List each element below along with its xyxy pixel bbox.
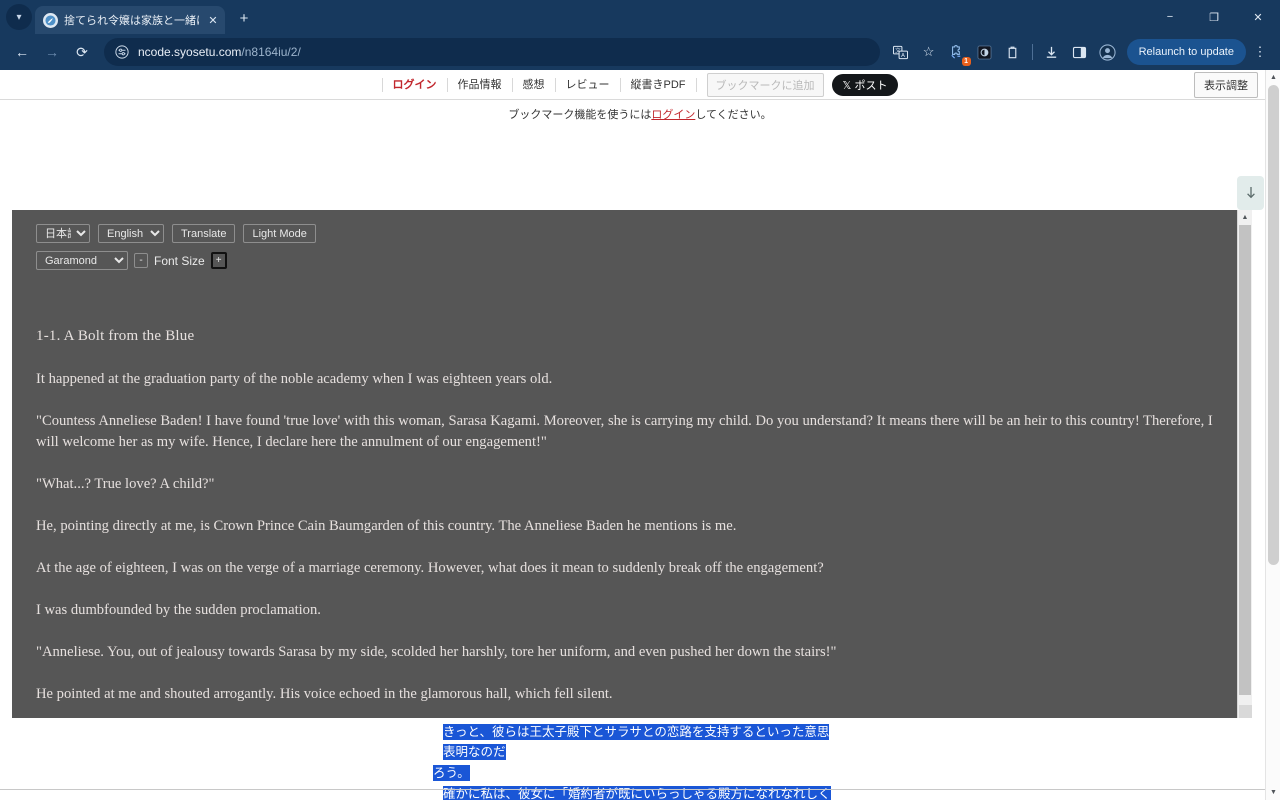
dark-reader-icon[interactable]	[972, 39, 998, 65]
page-viewport: ログイン 作品情報 感想 レビュー 縦書きPDF ブックマークに追加 𝕏 ポスト…	[0, 70, 1280, 800]
target-language-select[interactable]: English	[98, 224, 164, 243]
site-settings-tune-icon[interactable]	[114, 44, 130, 60]
light-mode-button[interactable]: Light Mode	[243, 224, 316, 243]
display-settings-container: 表示調整	[1194, 71, 1258, 98]
site-navigation-bar: ログイン 作品情報 感想 レビュー 縦書きPDF ブックマークに追加 𝕏 ポスト…	[0, 70, 1280, 100]
url-text: ncode.syosetu.com/n8164iu/2/	[138, 45, 301, 59]
font-size-decrease-button[interactable]: -	[134, 253, 148, 268]
selected-line-2: ろう。	[433, 765, 470, 781]
selected-text-row: 確かに私は、彼女に「婚約者が既にいらっしゃる殿方になれなれしくしてはなり	[433, 784, 833, 800]
new-tab-button[interactable]: +	[231, 5, 257, 31]
reader-resize-grip[interactable]	[1239, 705, 1252, 718]
relaunch-to-update-button[interactable]: Relaunch to update	[1126, 39, 1246, 65]
browser-menu-icon[interactable]: ⋮	[1248, 39, 1272, 65]
tab-strip: ▾ 捨てられ令嬢は家族と一緒にのん ✕ + − ❐ ✕	[0, 0, 1280, 34]
story-paragraph: At the age of eighteen, I was on the ver…	[36, 560, 824, 576]
profile-avatar-icon[interactable]	[1095, 39, 1121, 65]
toolbar-divider	[1031, 44, 1033, 60]
notice-suffix: してください。	[695, 109, 772, 121]
font-controls-row: Garamond - Font Size +	[36, 251, 1213, 270]
extension-badge-count: 1	[961, 57, 971, 66]
translate-button[interactable]: Translate	[172, 224, 236, 243]
url-path: /n8164iu/2/	[241, 45, 301, 59]
font-size-label: Font Size	[154, 253, 205, 268]
bookmark-star-icon[interactable]: ☆	[916, 39, 942, 65]
selected-text-row: きっと、彼らは王太子殿下とサラサとの恋路を支持するといった意思表明なのだ	[433, 722, 833, 762]
story-content: 1-1. A Bolt from the Blue It happened at…	[36, 328, 1213, 718]
font-size-increase-button[interactable]: +	[210, 252, 227, 269]
nav-item-vertical-pdf[interactable]: 縦書きPDF	[621, 77, 697, 92]
tab-close-icon[interactable]: ✕	[205, 12, 221, 28]
page-scrollbar-thumb[interactable]	[1268, 85, 1279, 565]
font-family-select[interactable]: Garamond	[36, 251, 128, 270]
close-window-button[interactable]: ✕	[1236, 0, 1280, 34]
add-bookmark-button[interactable]: ブックマークに追加	[706, 72, 824, 97]
selected-text-row: ろう。	[433, 763, 833, 783]
browser-window: ▾ 捨てられ令嬢は家族と一緒にのん ✕ + − ❐ ✕ ← → ⟳	[0, 0, 1280, 800]
reader-panel: 日本語 English Translate Light Mode Garamon…	[12, 210, 1237, 718]
side-panel-icon[interactable]	[1067, 39, 1093, 65]
svg-text:A: A	[901, 53, 905, 59]
reload-icon[interactable]: ⟳	[68, 38, 96, 66]
browser-toolbar: ← → ⟳ ncode.syosetu.com/n8164iu/2/ 文 A ☆…	[0, 34, 1280, 70]
nav-item-impressions[interactable]: 感想	[513, 77, 556, 92]
download-icon[interactable]	[1039, 39, 1065, 65]
nav-item-reviews[interactable]: レビュー	[556, 77, 621, 92]
extension-puzzle-icon[interactable]: 1	[944, 39, 971, 66]
bottom-divider	[0, 789, 1265, 790]
notice-login-link[interactable]: ログイン	[651, 106, 695, 122]
tab-title: 捨てられ令嬢は家族と一緒にのん	[64, 15, 199, 27]
reader-panel-wrapper: 日本語 English Translate Light Mode Garamon…	[12, 210, 1252, 718]
display-settings-button[interactable]: 表示調整	[1194, 71, 1258, 98]
tab-search-icon[interactable]: ▾	[6, 4, 32, 30]
source-language-select[interactable]: 日本語	[36, 224, 90, 243]
x-post-button[interactable]: 𝕏 ポスト	[831, 73, 899, 96]
selection-overlay-area: きっと、彼らは王太子殿下とサラサとの恋路を支持するといった意思表明なのだ ろう。…	[0, 722, 1280, 800]
notice-prefix: ブックマーク機能を使うには	[508, 109, 652, 121]
minimize-button[interactable]: −	[1148, 0, 1192, 34]
forward-icon[interactable]: →	[38, 38, 66, 66]
page-scroll-down-icon[interactable]: ▼	[1266, 785, 1280, 800]
clipboard-icon[interactable]	[1000, 39, 1026, 65]
selected-line-1: きっと、彼らは王太子殿下とサラサとの恋路を支持するといった意思表明なのだ	[443, 724, 830, 760]
novel-favicon-icon	[43, 12, 58, 28]
story-paragraph: "Anneliese. You, out of jealousy towards…	[36, 644, 837, 660]
nav-item-work-info[interactable]: 作品情報	[448, 77, 513, 92]
translate-icon[interactable]: 文 A	[888, 39, 914, 65]
page-scrollbar[interactable]: ▲ ▼	[1265, 70, 1280, 800]
story-paragraph: It happened at the graduation party of t…	[36, 371, 553, 387]
story-paragraph: He, pointing directly at me, is Crown Pr…	[36, 518, 737, 534]
story-paragraph: "Countess Anneliese Baden! I have found …	[36, 413, 1213, 450]
reader-scrollbar-track[interactable]	[1238, 225, 1253, 703]
back-icon[interactable]: ←	[8, 38, 36, 66]
browser-tab[interactable]: 捨てられ令嬢は家族と一緒にのん ✕	[35, 6, 225, 34]
reader-scrollbar-thumb[interactable]	[1238, 225, 1251, 695]
scroll-down-button[interactable]	[1237, 176, 1264, 210]
bookmark-login-notice: ブックマーク機能を使うには ログイン してください。	[0, 100, 1280, 128]
translation-controls-row: 日本語 English Translate Light Mode	[36, 224, 1213, 243]
page-scroll-up-icon[interactable]: ▲	[1266, 70, 1280, 85]
story-paragraph: "What...? True love? A child?"	[36, 476, 215, 492]
window-controls: − ❐ ✕	[1148, 0, 1280, 34]
story-paragraph: He pointed at me and shouted arrogantly.…	[36, 686, 613, 702]
nav-item-login[interactable]: ログイン	[381, 77, 448, 92]
url-domain: ncode.syosetu.com	[138, 45, 242, 59]
maximize-button[interactable]: ❐	[1192, 0, 1236, 34]
x-post-label: 𝕏 ポスト	[842, 79, 888, 92]
address-bar[interactable]: ncode.syosetu.com/n8164iu/2/	[104, 38, 880, 66]
reader-scrollbar[interactable]: ▲ ▼	[1237, 210, 1252, 718]
chapter-title: 1-1. A Bolt from the Blue	[36, 328, 195, 344]
reader-scroll-up-icon[interactable]: ▲	[1238, 210, 1253, 225]
story-paragraph: I was dumbfounded by the sudden proclama…	[36, 602, 321, 618]
